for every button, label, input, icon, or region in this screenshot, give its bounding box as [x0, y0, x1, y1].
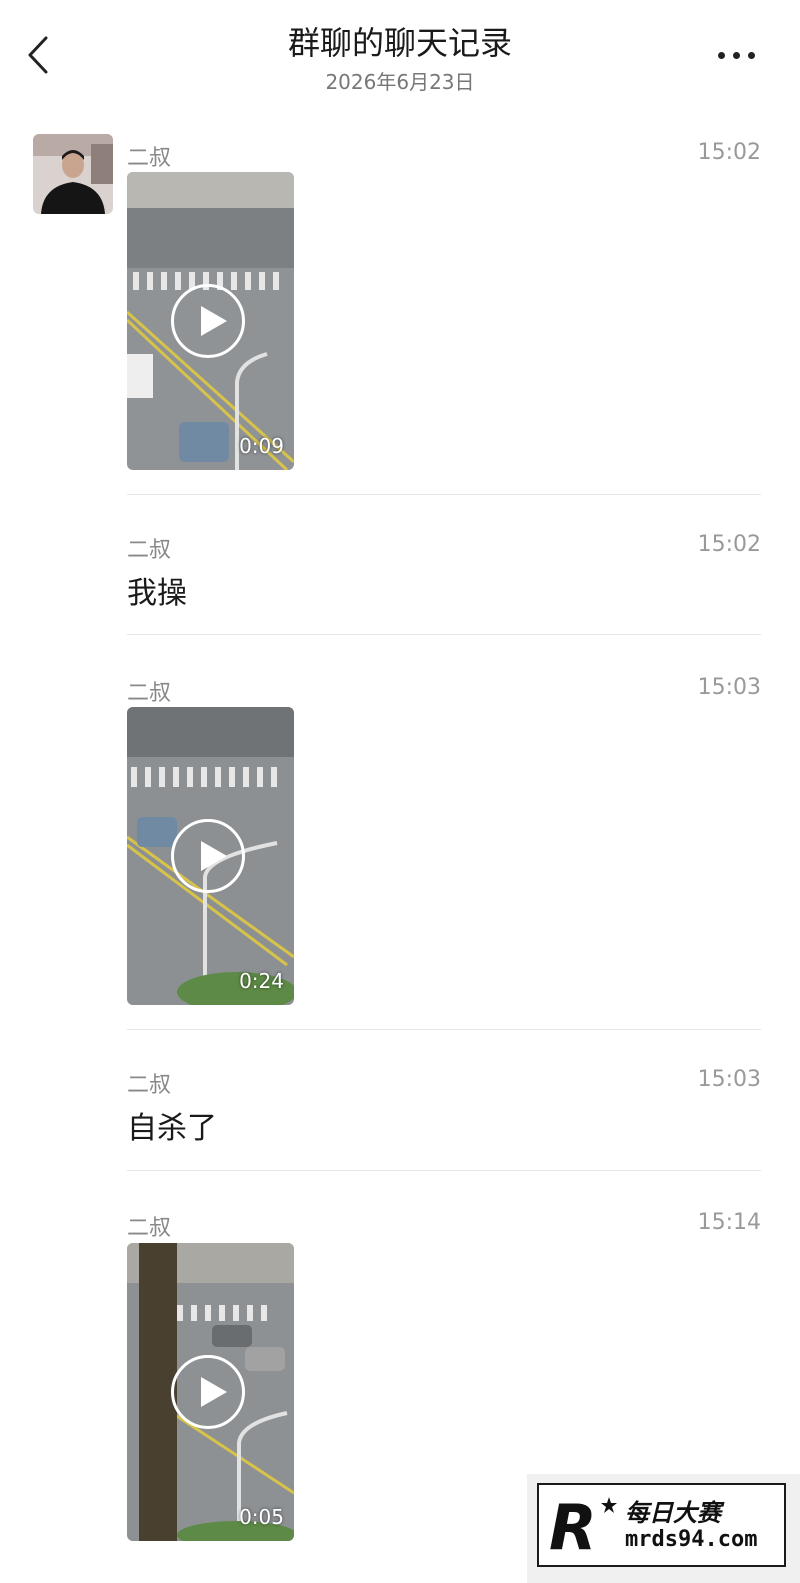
watermark: R 每日大赛 mrds94.com: [527, 1474, 800, 1583]
avatar[interactable]: [33, 134, 113, 214]
watermark-badge: R 每日大赛 mrds94.com: [537, 1483, 786, 1567]
message-time: 15:03: [697, 1067, 761, 1092]
more-button[interactable]: [712, 40, 762, 70]
video-thumbnail[interactable]: 0:24: [127, 707, 294, 1005]
header: 群聊的聊天记录 2026年6月23日: [0, 0, 800, 110]
divider: [127, 1029, 761, 1030]
video-duration: 0:05: [239, 1505, 284, 1529]
message-time: 15:14: [697, 1210, 761, 1235]
message-text: 自杀了: [127, 1111, 217, 1146]
play-icon[interactable]: [171, 1355, 245, 1429]
message-time: 15:02: [697, 532, 761, 557]
divider: [127, 494, 761, 495]
divider: [127, 1170, 761, 1171]
sender-name: 二叔: [127, 538, 172, 563]
video-thumbnail[interactable]: 0:09: [127, 172, 294, 470]
sender-name: 二叔: [127, 146, 172, 171]
svg-text:R: R: [549, 1491, 597, 1564]
divider: [127, 634, 761, 635]
watermark-text: 每日大赛: [625, 1499, 721, 1527]
video-duration: 0:09: [239, 434, 284, 458]
video-thumbnail[interactable]: 0:05: [127, 1243, 294, 1541]
watermark-logo: R: [549, 1491, 617, 1564]
sender-name: 二叔: [127, 1216, 172, 1241]
sender-name: 二叔: [127, 681, 172, 706]
message-time: 15:02: [697, 140, 761, 165]
page-title: 群聊的聊天记录: [287, 24, 512, 62]
play-icon[interactable]: [171, 284, 245, 358]
message-time: 15:03: [697, 675, 761, 700]
more-horizontal-icon: [718, 52, 725, 59]
page-date: 2026年6月23日: [325, 70, 475, 94]
watermark-url: mrds94.com: [625, 1527, 758, 1552]
message-text: 我操: [127, 576, 187, 611]
video-duration: 0:24: [239, 969, 284, 993]
play-icon[interactable]: [171, 819, 245, 893]
sender-name: 二叔: [127, 1073, 172, 1098]
